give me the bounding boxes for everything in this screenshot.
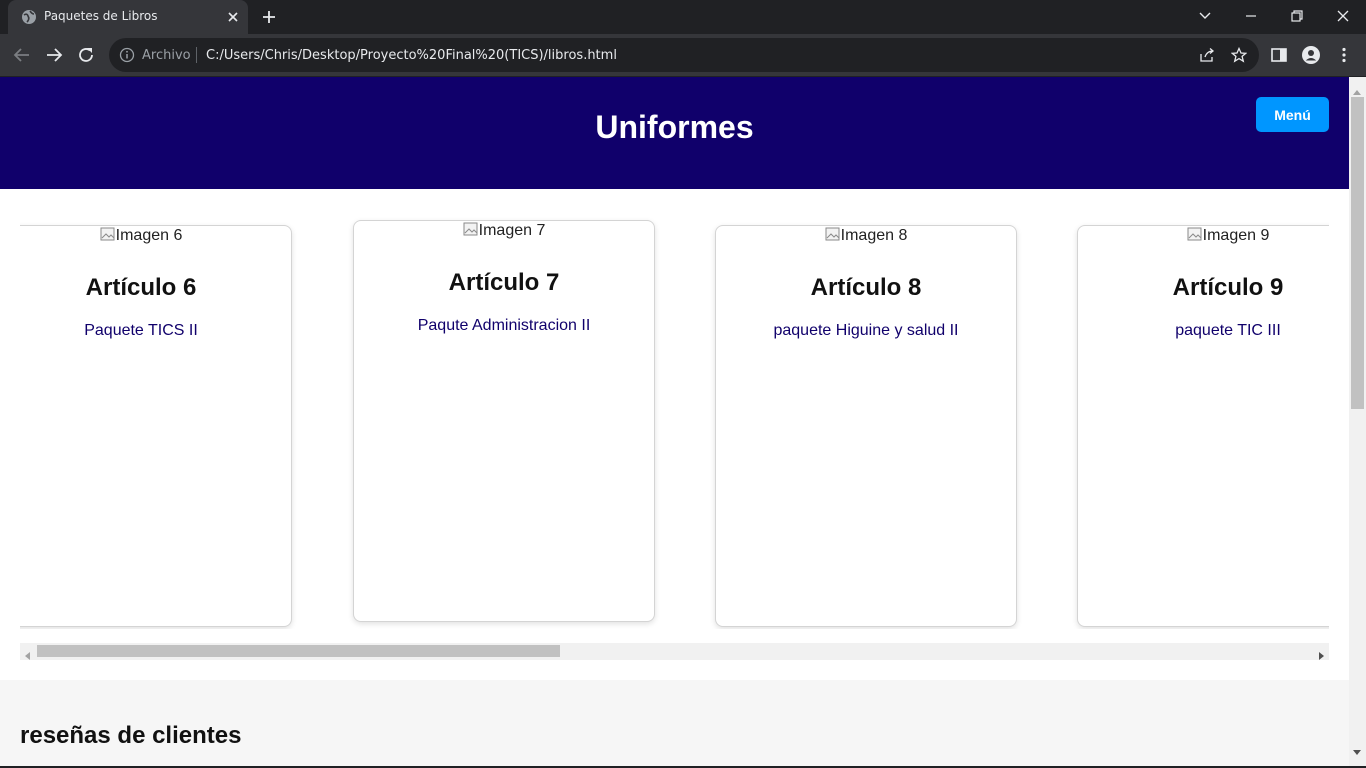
broken-image-icon [100, 226, 116, 242]
broken-image-icon [825, 226, 841, 242]
image-alt-text: Imagen 6 [115, 227, 183, 244]
browser-tab[interactable]: Paquetes de Libros [8, 0, 248, 34]
menu-button[interactable]: Menú [1256, 97, 1329, 132]
card-description: Paqute Administracion II [417, 317, 591, 334]
page-title: Uniformes [595, 109, 754, 145]
share-icon[interactable] [1199, 47, 1215, 63]
address-separator [196, 47, 197, 63]
close-window-icon[interactable] [1320, 0, 1366, 32]
product-image: Imagen 8 [716, 226, 1016, 245]
reviews-section: reseñas de clientes [0, 680, 1349, 766]
vertical-scrollbar[interactable] [1349, 77, 1366, 766]
address-bar[interactable]: Archivo C:/Users/Chris/Desktop/Proyecto%… [109, 38, 1259, 72]
product-carousel[interactable]: Imagen 6 Artículo 6 Paquete TICS II Imag… [20, 209, 1329, 629]
broken-image-icon [1187, 226, 1203, 242]
scroll-right-arrow-icon[interactable] [1318, 647, 1324, 665]
info-icon[interactable] [119, 47, 135, 63]
reviews-heading: reseñas de clientes [20, 722, 242, 749]
tab-title: Paquetes de Libros [44, 9, 158, 23]
product-image: Imagen 7 [354, 221, 654, 240]
reload-icon[interactable] [75, 44, 97, 66]
card-description: Paquete TICS II [84, 322, 198, 339]
forward-icon[interactable] [43, 44, 65, 66]
browser-toolbar: Archivo C:/Users/Chris/Desktop/Proyecto%… [0, 34, 1366, 76]
product-card[interactable]: Imagen 8 Artículo 8 paquete Higuine y sa… [715, 225, 1017, 627]
card-title: Artículo 9 [1172, 274, 1284, 301]
vertical-scroll-thumb[interactable] [1351, 97, 1364, 409]
profile-avatar-icon[interactable] [1302, 46, 1320, 64]
globe-icon [21, 9, 37, 25]
close-tab-icon[interactable] [225, 9, 241, 25]
horizontal-scrollbar[interactable] [20, 643, 1329, 660]
product-card[interactable]: Imagen 6 Artículo 6 Paquete TICS II [20, 225, 292, 627]
restore-icon[interactable] [1274, 0, 1320, 32]
scroll-left-arrow-icon[interactable] [25, 647, 31, 665]
side-panel-icon[interactable] [1270, 46, 1288, 64]
page-header: Uniformes Menú [0, 77, 1349, 189]
bookmark-star-icon[interactable] [1230, 46, 1248, 63]
url-text[interactable]: C:/Users/Chris/Desktop/Proyecto%20Final%… [206, 48, 617, 63]
card-description: paquete Higuine y salud II [773, 322, 959, 339]
broken-image-icon [463, 221, 479, 237]
back-icon[interactable] [11, 44, 33, 66]
card-title: Artículo 8 [810, 274, 922, 301]
image-alt-text: Imagen 8 [840, 227, 908, 244]
minimize-icon[interactable] [1228, 0, 1274, 32]
tab-strip: Paquetes de Libros [0, 0, 1366, 34]
horizontal-scroll-thumb[interactable] [37, 645, 560, 657]
scheme-label: Archivo [142, 48, 191, 63]
new-tab-icon[interactable] [260, 8, 278, 26]
card-title: Artículo 6 [85, 274, 197, 301]
product-card[interactable]: Imagen 9 Artículo 9 paquete TIC III [1077, 225, 1329, 627]
image-alt-text: Imagen 9 [1202, 227, 1270, 244]
product-card[interactable]: Imagen 7 Artículo 7 Paqute Administracio… [353, 220, 655, 622]
product-image: Imagen 9 [1078, 226, 1329, 245]
product-image: Imagen 6 [20, 226, 291, 245]
card-title: Artículo 7 [448, 269, 560, 296]
image-alt-text: Imagen 7 [478, 222, 546, 239]
card-description: paquete TIC III [1175, 322, 1281, 339]
scroll-down-arrow-icon[interactable] [1353, 742, 1361, 760]
page-viewport: Uniformes Menú Imagen 6 Artículo 6 Paque… [0, 77, 1366, 766]
tab-search-icon[interactable] [1182, 0, 1228, 32]
more-options-icon[interactable] [1335, 46, 1353, 64]
